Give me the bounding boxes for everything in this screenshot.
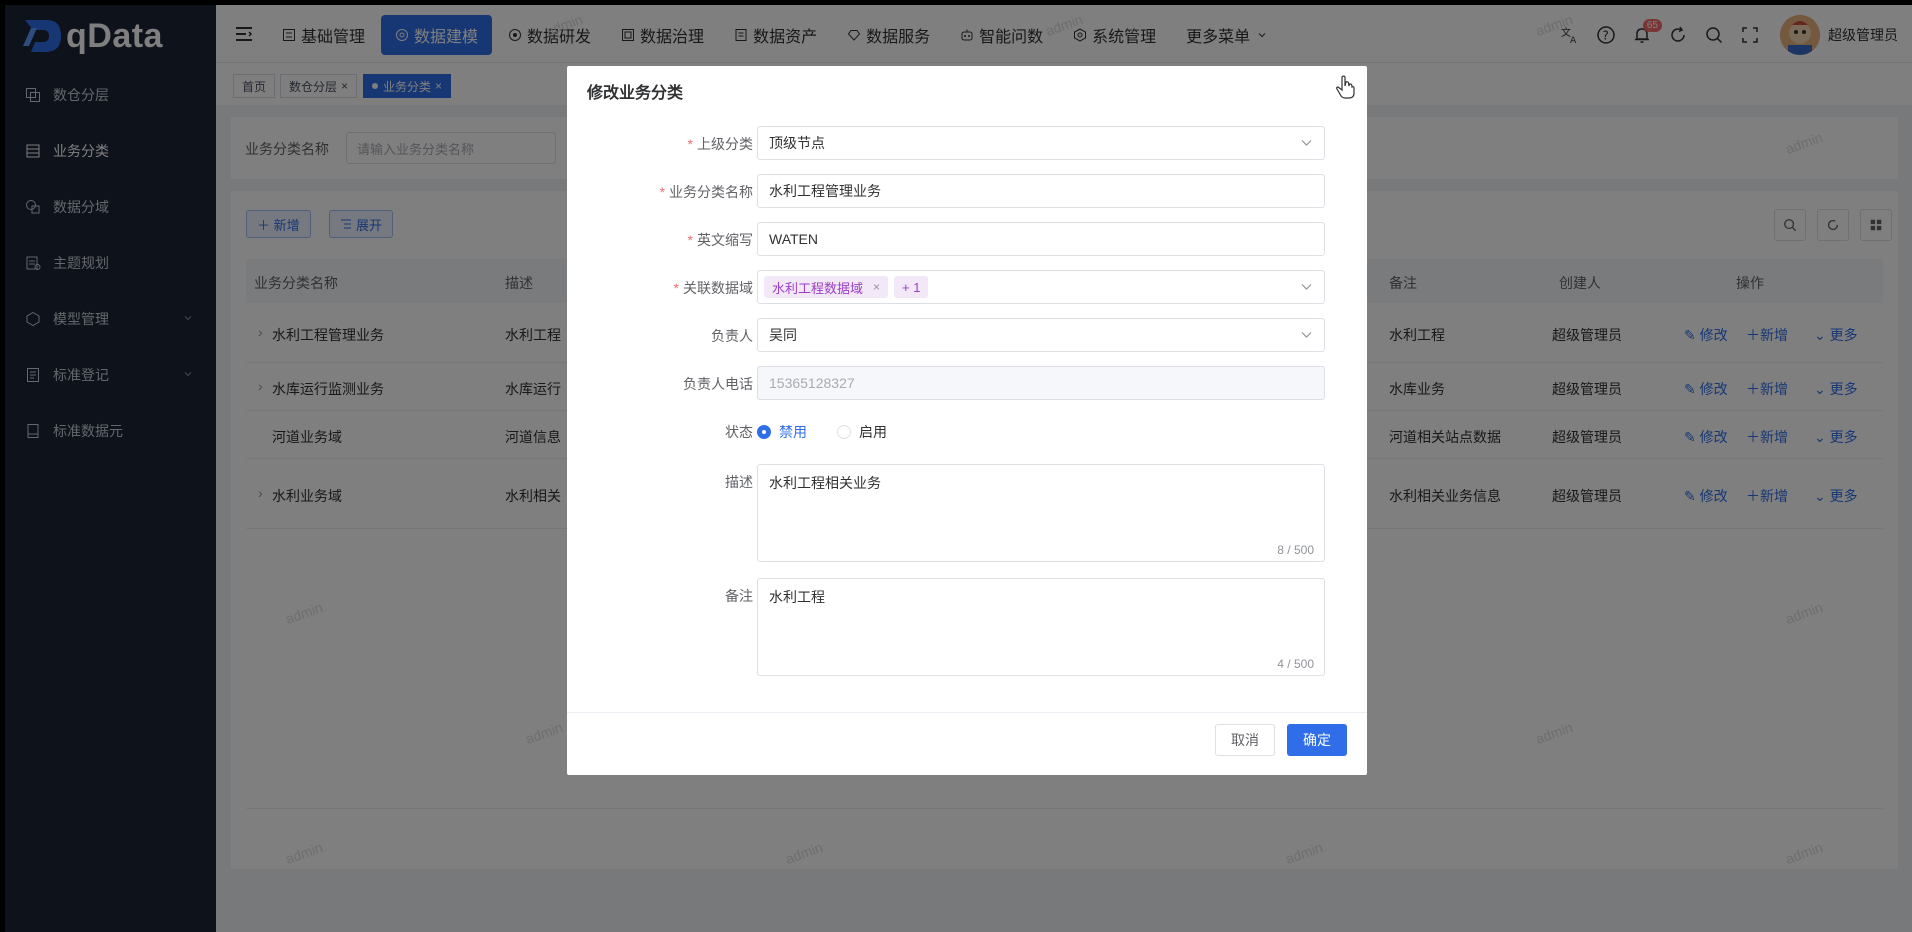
domain-chip: 水利工程数据域 × <box>764 276 889 298</box>
form-row-parent: * 上级分类 顶级节点 <box>567 126 1367 160</box>
remark-textarea[interactable]: 水利工程 4 / 500 <box>757 578 1325 676</box>
status-radio-group: 禁用 启用 <box>757 422 917 442</box>
char-count: 8 / 500 <box>1277 543 1314 557</box>
form-row-phone: 负责人电话 15365128327 <box>567 366 1367 400</box>
abbreviation-input[interactable]: WATEN <box>757 222 1325 256</box>
parent-category-select[interactable]: 顶级节点 <box>757 126 1325 160</box>
close-icon[interactable]: × <box>873 280 880 294</box>
chevron-down-icon <box>1301 140 1312 146</box>
cancel-button[interactable]: 取消 <box>1215 724 1275 756</box>
status-disabled-radio[interactable]: 禁用 <box>757 422 807 442</box>
chevron-down-icon <box>1301 284 1312 290</box>
confirm-button[interactable]: 确定 <box>1287 724 1347 756</box>
owner-phone-input: 15365128327 <box>757 366 1325 400</box>
status-enabled-radio[interactable]: 启用 <box>837 422 887 442</box>
form-row-domain: * 关联数据域 水利工程数据域 × + 1 <box>567 270 1367 304</box>
description-textarea[interactable]: 水利工程相关业务 8 / 500 <box>757 464 1325 562</box>
chevron-down-icon <box>1301 332 1312 338</box>
edit-category-dialog: 修改业务分类 * 上级分类 顶级节点 * 业务分类名称 水利工程管理业务 * 英文缩写… <box>567 66 1367 775</box>
owner-select[interactable]: 吴同 <box>757 318 1325 352</box>
dialog-footer-divider <box>567 712 1367 713</box>
data-domain-select[interactable]: 水利工程数据域 × + 1 <box>757 270 1325 304</box>
form-row-status: 状态 禁用 启用 <box>567 414 1367 448</box>
form-row-name: * 业务分类名称 水利工程管理业务 <box>567 174 1367 208</box>
form-row-abbr: * 英文缩写 WATEN <box>567 222 1367 256</box>
domain-more-chip: + 1 <box>894 276 929 298</box>
char-count: 4 / 500 <box>1277 657 1314 671</box>
app-root: qData 数仓分层 业务分类 数据分域 主题规划 模型管理 标准登记 <box>5 5 1912 932</box>
category-name-input[interactable]: 水利工程管理业务 <box>757 174 1325 208</box>
form-row-owner: 负责人 吴同 <box>567 318 1367 352</box>
close-icon[interactable] <box>1333 74 1357 100</box>
dialog-title: 修改业务分类 <box>587 85 684 102</box>
